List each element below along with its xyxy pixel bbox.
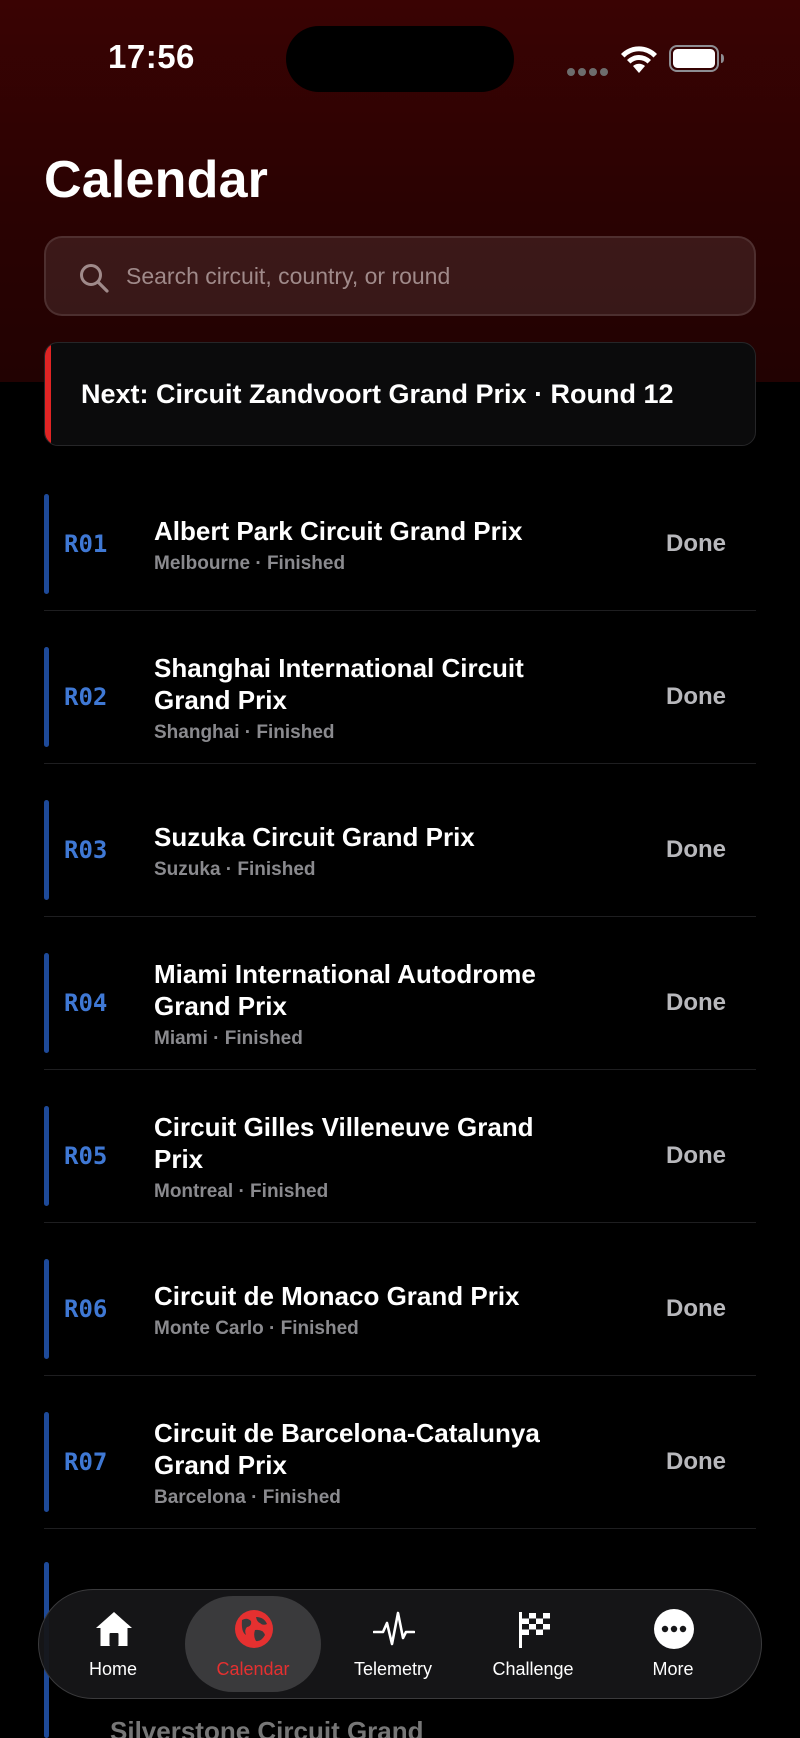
race-name: Circuit de Barcelona-Catalunya Grand Pri… [154,1417,540,1480]
race-name: Circuit Gilles Villeneuve Grand Prix [154,1111,534,1174]
race-name: Albert Park Circuit Grand Prix [154,515,523,546]
tab-label-more: More [652,1659,694,1679]
page-title: Calendar [44,151,269,209]
round-code: R05 [64,1142,108,1170]
race-status: Done [666,1448,726,1475]
race-status: Done [666,836,726,863]
search-input[interactable] [126,238,726,314]
round-code: R06 [64,1295,108,1323]
race-subtitle: Barcelona · Finished [154,1486,341,1508]
row-accent-bar [44,647,49,747]
wifi-icon [621,46,657,73]
race-subtitle: Suzuka · Finished [154,858,316,880]
tab-challenge[interactable]: Challenge [465,1596,601,1692]
race-row[interactable]: R07 Circuit de Barcelona-Catalunya Grand… [44,1376,756,1529]
round-code: R01 [64,530,108,558]
race-row[interactable]: R05 Circuit Gilles Villeneuve Grand Prix… [44,1070,756,1223]
race-subtitle: Monte Carlo · Finished [154,1317,359,1339]
row-accent-bar [44,1106,49,1206]
race-subtitle: Montreal · Finished [154,1180,329,1202]
race-row[interactable]: R01 Albert Park Circuit Grand Prix Melbo… [44,458,756,611]
row-accent-bar [44,1259,49,1359]
race-row[interactable]: R04 Miami International Autodrome Grand … [44,917,756,1070]
race-subtitle: Melbourne · Finished [154,552,346,574]
race-status: Done [666,1295,726,1322]
round-code: R04 [64,989,108,1017]
row-accent-bar [44,1412,49,1512]
race-subtitle: Shanghai · Finished [154,721,335,743]
race-status: Done [666,530,726,557]
search-icon [80,264,109,293]
race-info: Circuit de Monaco Grand Prix Monte Carlo… [154,1223,554,1376]
battery-icon [669,45,724,72]
tab-label-challenge: Challenge [492,1659,574,1679]
tab-label-home: Home [88,1659,137,1679]
race-row[interactable]: R02 Shanghai International Circuit Grand… [44,611,756,764]
row-accent-bar [44,953,49,1053]
next-race-text: Next: Circuit Zandvoort Grand Prix · Rou… [81,379,674,409]
round-code: R03 [64,836,108,864]
race-name: Miami International Autodrome Grand Prix [154,958,536,1021]
race-info: Albert Park Circuit Grand Prix Melbourne… [154,458,554,611]
tab-calendar[interactable]: Calendar [185,1596,321,1692]
race-name: Suzuka Circuit Grand Prix [154,821,475,852]
race-row[interactable]: R06 Circuit de Monaco Grand Prix Monte C… [44,1223,756,1376]
tab-more[interactable]: More [605,1596,741,1692]
race-info: Circuit de Barcelona-Catalunya Grand Pri… [154,1376,554,1529]
race-row[interactable]: R03 Suzuka Circuit Grand Prix Suzuka · F… [44,764,756,917]
race-subtitle: Miami · Finished [154,1027,303,1049]
race-info: Shanghai International Circuit Grand Pri… [154,611,554,764]
row-accent-bar [44,494,49,594]
next-race-banner[interactable]: Next: Circuit Zandvoort Grand Prix · Rou… [44,342,756,446]
race-info: Suzuka Circuit Grand Prix Suzuka · Finis… [154,764,554,917]
tab-label-calendar: Calendar [216,1659,290,1679]
round-code: R02 [64,683,108,711]
cellular-signal-icon [567,63,611,81]
race-status: Done [666,1142,726,1169]
tab-home[interactable]: Home [45,1596,181,1692]
waveform-icon [373,1611,415,1646]
race-name: Circuit de Monaco Grand Prix [154,1280,520,1311]
race-status: Done [666,683,726,710]
race-list: R01 Albert Park Circuit Grand Prix Melbo… [44,458,756,1529]
dynamic-island [286,26,514,92]
tab-bar: Home Calendar Telemetry Challenge More [38,1589,762,1699]
tab-telemetry[interactable]: Telemetry [325,1596,461,1692]
tab-label-telemetry: Telemetry [353,1659,433,1679]
status-bar: 17:56 [0,0,800,118]
round-code: R07 [64,1448,108,1476]
house-icon [96,1612,132,1646]
race-info: Circuit Gilles Villeneuve Grand Prix Mon… [154,1070,554,1223]
globe-icon [235,1610,273,1648]
race-name-partial: Silverstone Circuit Grand [110,1716,424,1738]
row-accent-bar [44,800,49,900]
race-info: Miami International Autodrome Grand Prix… [154,917,554,1070]
status-time: 17:56 [108,38,195,75]
ellipsis-circle-icon [654,1609,694,1649]
checkered-flag-icon [519,1612,550,1648]
next-banner-accent [45,343,51,445]
race-name: Shanghai International Circuit Grand Pri… [154,652,524,715]
search-field[interactable] [44,236,756,316]
race-status: Done [666,989,726,1016]
